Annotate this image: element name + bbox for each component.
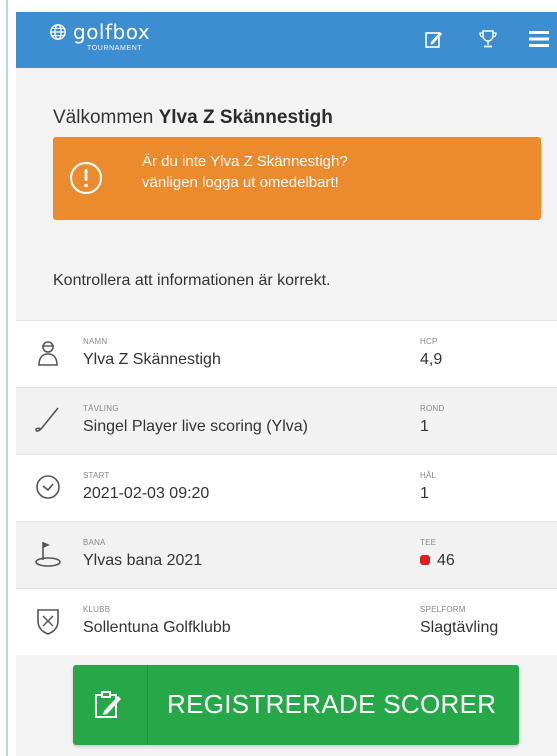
- tee-label: TEE: [420, 538, 437, 547]
- scorecard-edit-icon: [425, 32, 442, 48]
- tee-color-marker: [420, 555, 430, 565]
- trophy-button[interactable]: [475, 26, 501, 52]
- golfbox-logo[interactable]: golfbox TOURNAMENT: [49, 20, 150, 52]
- round-value: 1: [420, 418, 429, 435]
- trophy-icon: [479, 30, 497, 48]
- hcp-value: 4,9: [420, 351, 443, 368]
- golf-club-icon: [35, 407, 59, 432]
- verify-info-text: Kontrollera att informationen är korrekt…: [53, 272, 331, 289]
- welcome-heading: Välkommen Ylva Z Skännestigh: [53, 107, 333, 129]
- round-label: ROND: [420, 404, 445, 413]
- welcome-name: Ylva Z Skännestigh: [158, 107, 333, 128]
- golfer-icon: [38, 341, 58, 366]
- course-value: Ylvas bana 2021: [83, 552, 203, 569]
- exclamation-icon: [69, 161, 103, 195]
- game-format-value: Slagtävling: [420, 619, 499, 636]
- start-label: START: [83, 471, 110, 480]
- game-format-label: SPELFORM: [420, 605, 466, 614]
- start-value: 2021-02-03 09:20: [83, 485, 210, 502]
- info-list: NAMN Ylva Z Skännestigh HCP 4,9 TÄVLING …: [16, 320, 557, 655]
- alert-message: Är du inte Ylva Z Skännestigh? vänligen …: [142, 151, 522, 193]
- alert-line-2: vänligen logga ut omedelbart!: [142, 174, 339, 191]
- menu-button[interactable]: [526, 26, 552, 52]
- welcome-prefix: Välkommen: [53, 107, 154, 128]
- hole-label: HÅL: [420, 471, 437, 480]
- competition-label: TÄVLING: [83, 404, 119, 413]
- registered-scores-label: REGISTRERADE SCORER: [167, 689, 497, 719]
- course-flag-icon: [35, 542, 61, 567]
- globe-icon: [50, 24, 66, 40]
- hole-value: 1: [420, 485, 429, 502]
- club-value: Sollentuna Golfklubb: [83, 619, 231, 636]
- competition-value: Singel Player live scoring (Ylva): [83, 418, 308, 435]
- top-bar: golfbox TOURNAMENT: [16, 12, 557, 68]
- registered-scores-button[interactable]: REGISTRERADE SCORER: [73, 665, 519, 745]
- info-row-start: START 2021-02-03 09:20 HÅL 1: [16, 454, 557, 521]
- club-crest-icon: [37, 609, 59, 635]
- brand-subtitle: TOURNAMENT: [87, 45, 143, 52]
- left-border: [0, 0, 13, 756]
- logout-warning-alert: Är du inte Ylva Z Skännestigh? vänligen …: [53, 137, 541, 220]
- scorecard-edit-icon: [95, 691, 121, 718]
- menu-icon: [529, 31, 549, 47]
- name-label: NAMN: [83, 337, 108, 346]
- name-value: Ylva Z Skännestigh: [83, 351, 221, 368]
- info-row-club: KLUBB Sollentuna Golfklubb SPELFORM Slag…: [16, 588, 557, 655]
- course-label: BANA: [83, 538, 106, 547]
- clock-icon: [36, 475, 60, 499]
- info-row-name: NAMN Ylva Z Skännestigh HCP 4,9: [16, 320, 557, 387]
- app-container: golfbox TOURNAMENT Välkommen Ylva Z Skän…: [16, 12, 557, 756]
- hcp-label: HCP: [420, 337, 438, 346]
- alert-line-1: Är du inte Ylva Z Skännestigh?: [142, 153, 348, 170]
- info-row-course: BANA Ylvas bana 2021 TEE 46: [16, 521, 557, 588]
- club-label: KLUBB: [83, 605, 111, 614]
- button-divider: [147, 665, 148, 745]
- scorecard-button[interactable]: [421, 26, 447, 52]
- info-row-competition: TÄVLING Singel Player live scoring (Ylva…: [16, 387, 557, 454]
- tee-value: 46: [420, 552, 455, 570]
- tee-number: 46: [437, 552, 455, 569]
- brand-name: golfbox: [73, 20, 151, 44]
